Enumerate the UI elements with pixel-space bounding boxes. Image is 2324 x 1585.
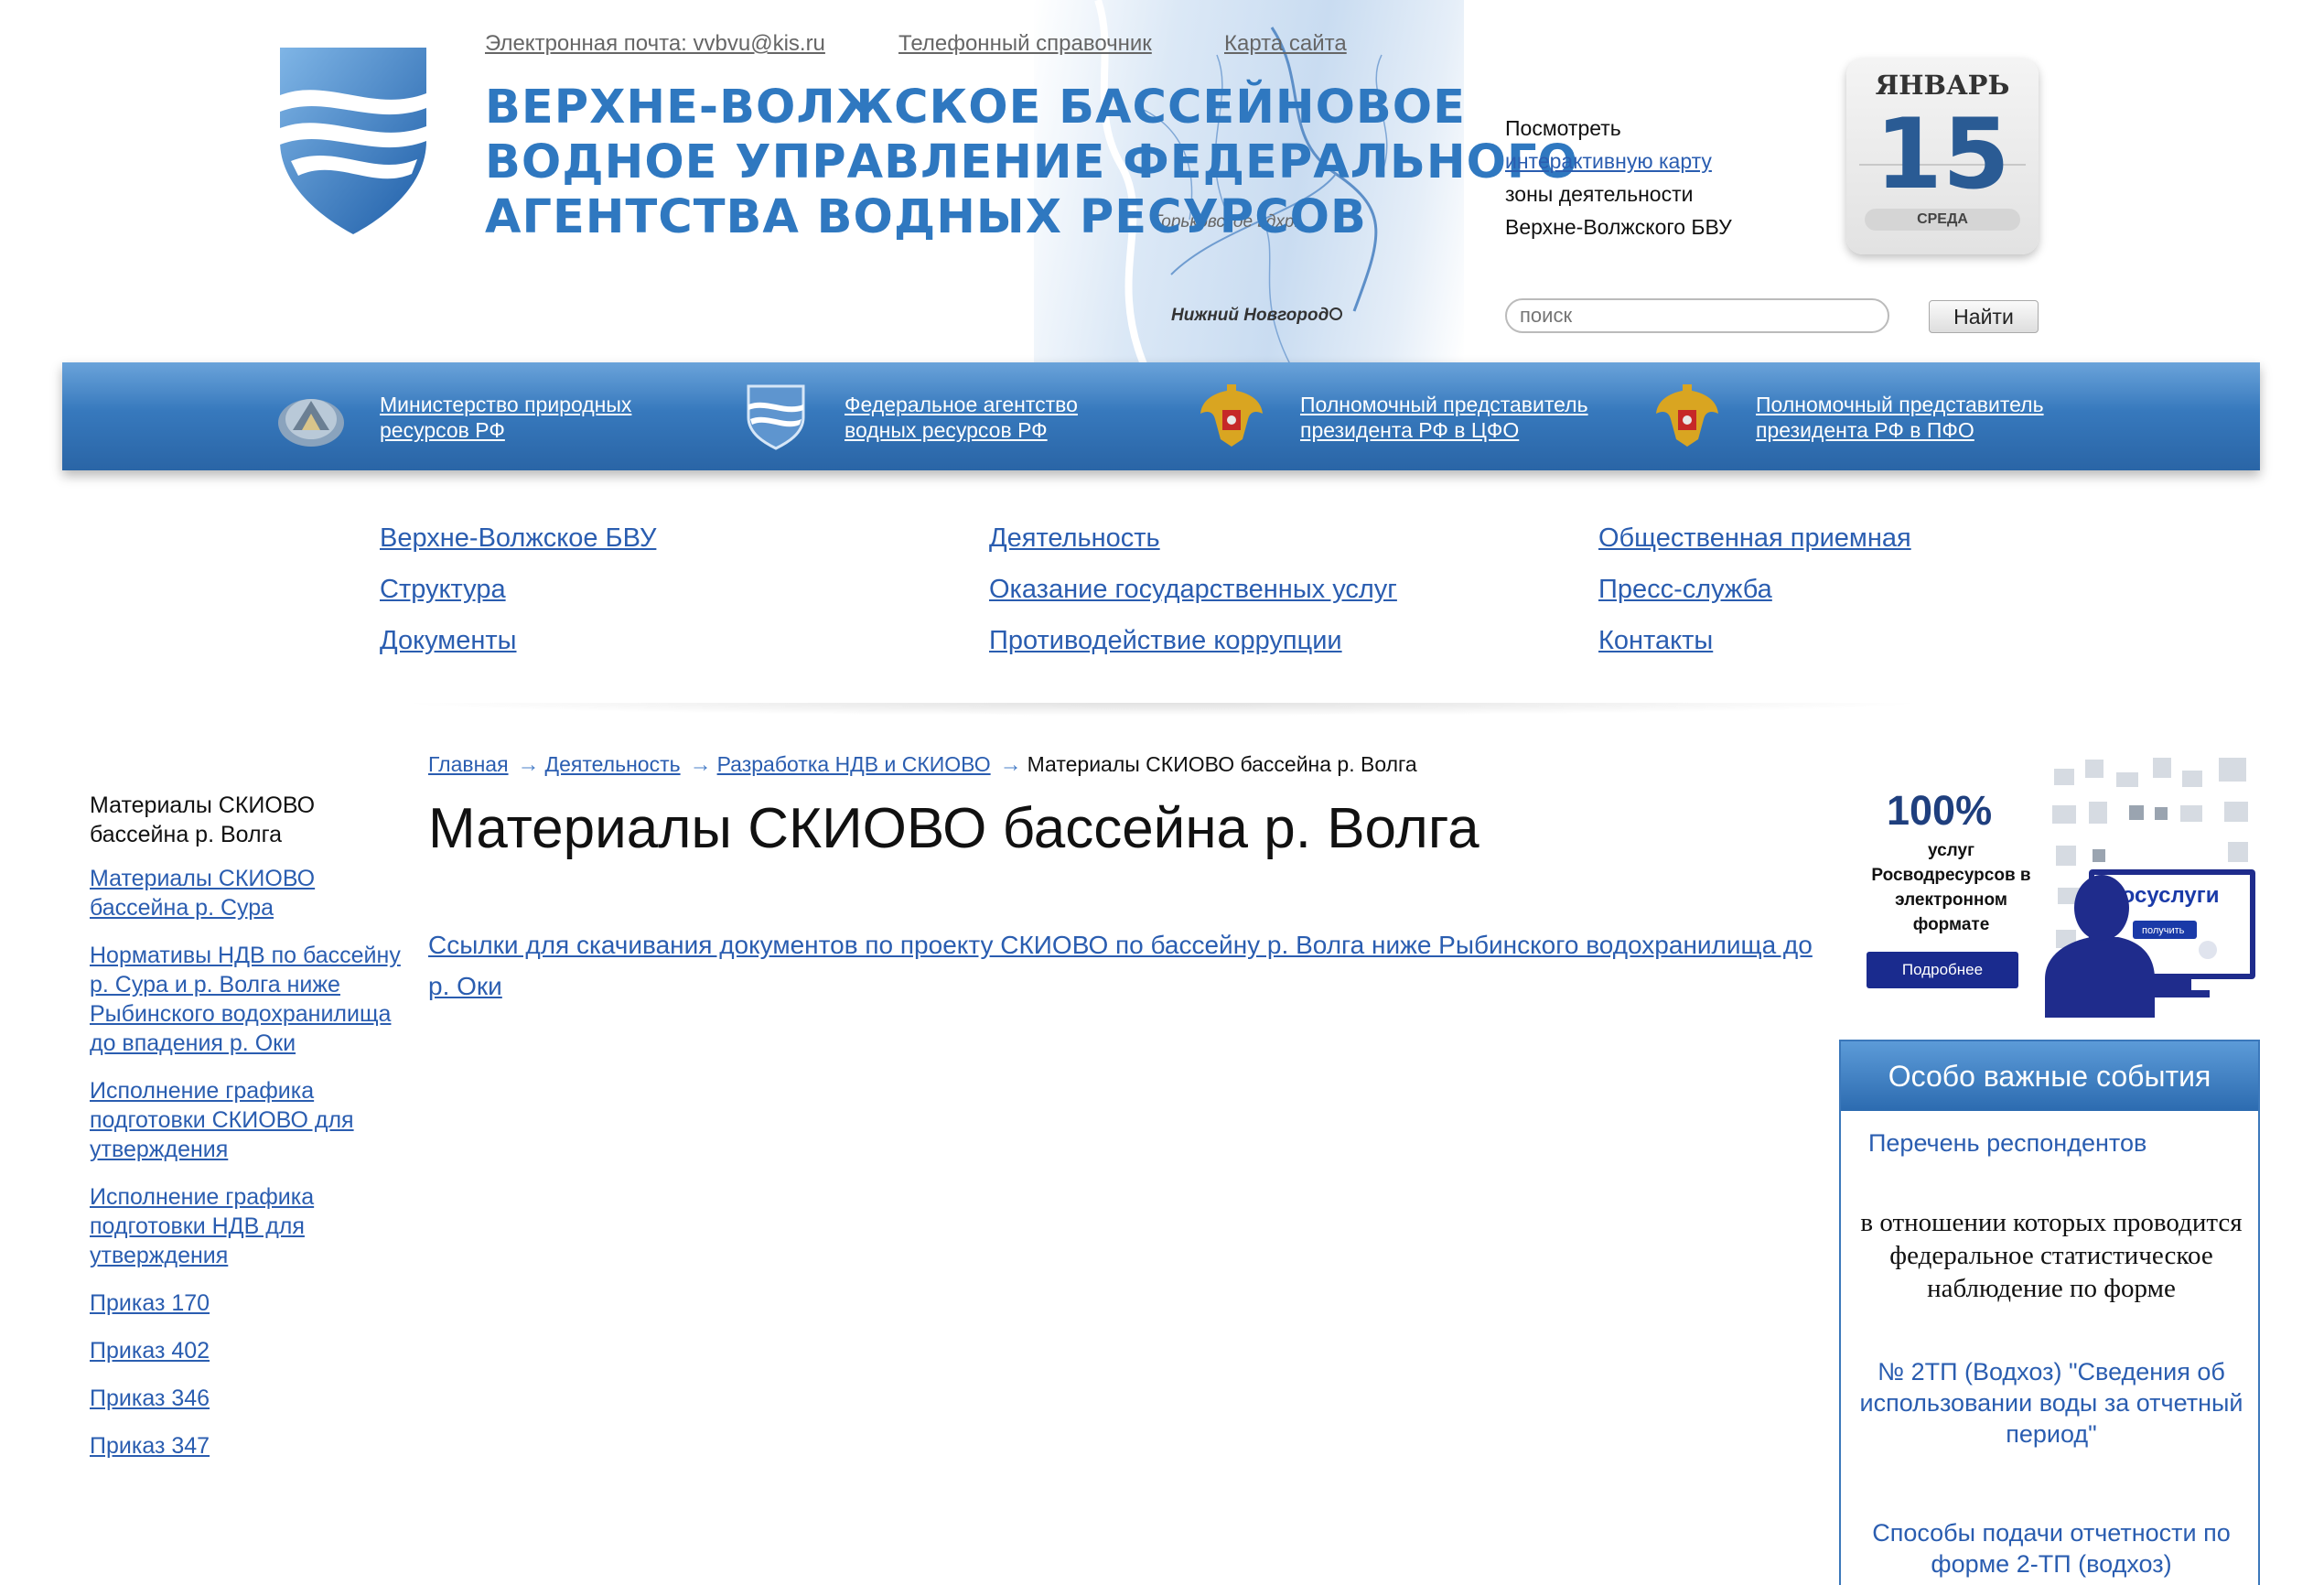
sidebar-item-order-347[interactable]: Приказ 347 — [90, 1431, 401, 1461]
nav-documents[interactable]: Документы — [380, 615, 656, 666]
calendar-month: ЯНВАРЬ — [1875, 70, 2010, 101]
partner-water-agency-label: Федеральное агентство водных ресурсов РФ — [845, 393, 1078, 442]
interactive-map-link[interactable]: интерактивную карту — [1505, 145, 1732, 178]
org-title-line-1: ВЕРХНЕ-ВОЛЖСКОЕ БАССЕЙНОВОЕ — [485, 81, 1467, 135]
partner-ministry[interactable]: Министерство природных ресурсов РФ — [274, 362, 695, 470]
page-title: Материалы СКИОВО бассейна р. Волга — [428, 797, 1479, 860]
breadcrumb-current: Материалы СКИОВО бассейна р. Волга — [1027, 752, 1417, 776]
nav-divider-shadow — [393, 703, 1931, 716]
sidebar-item-ndv-norms[interactable]: Нормативы НДВ по бассейну р. Сура и р. В… — [90, 941, 401, 1058]
map-info-line-3: зоны деятельности — [1505, 182, 1694, 206]
important-events-panel: Особо важные события Перечень респондент… — [1839, 1040, 2260, 1585]
agency-shield-icon — [747, 384, 805, 450]
gosuslugi-banner[interactable]: 100% услуг Росводресурсов в электронном … — [1839, 750, 2260, 1018]
nav-activity[interactable]: Деятельность — [989, 512, 1397, 564]
gosuslugi-illustration: госуслуги получить — [2045, 758, 2255, 1018]
sitemap-link[interactable]: Карта сайта — [1224, 31, 1347, 57]
arrow-right-icon: → — [999, 752, 1022, 777]
gosuslugi-description: услуг Росводресурсов в электронном форма… — [1871, 841, 2031, 934]
partner-water-agency[interactable]: Федеральное агентство водных ресурсов РФ — [739, 362, 1160, 470]
phonebook-link[interactable]: Телефонный справочник — [898, 31, 1152, 57]
events-panel-title: Особо важные события — [1841, 1041, 2258, 1111]
arrow-right-icon: → — [689, 752, 712, 777]
sidebar-current-item: Материалы СКИОВО бассейна р. Волга — [90, 792, 316, 847]
organization-title[interactable]: ВЕРХНЕ-ВОЛЖСКОЕ БАССЕЙНОВОЕ ВОДНОЕ УПРАВ… — [485, 81, 1578, 245]
bvu-logo[interactable] — [273, 40, 434, 236]
map-city-label: Нижний Новгород — [1171, 306, 1329, 325]
nav-structure[interactable]: Структура — [380, 564, 656, 615]
nav-public-services[interactable]: Оказание государственных услуг — [989, 564, 1397, 615]
nav-public-reception[interactable]: Общественная приемная — [1598, 512, 1911, 564]
partner-cfo-envoy-label: Полномочный представитель президента РФ в… — [1300, 393, 1588, 442]
sidebar-item-order-346[interactable]: Приказ 346 — [90, 1384, 401, 1413]
map-info: Посмотреть интерактивную карту зоны деят… — [1505, 112, 1732, 243]
partner-links-bar: Министерство природных ресурсов РФ Федера… — [62, 362, 2260, 470]
sidebar-item-skiovo-schedule[interactable]: Исполнение графика подготовки СКИОВО для… — [90, 1076, 401, 1164]
map-info-line-1: Посмотреть — [1505, 116, 1621, 140]
partner-pfo-envoy-label: Полномочный представитель президента РФ в… — [1756, 393, 2044, 442]
form-2tp-link[interactable]: № 2ТП (Водхоз) "Сведения об использовани… — [1859, 1356, 2243, 1450]
search-button[interactable]: Найти — [1929, 300, 2039, 333]
breadcrumb-home[interactable]: Главная — [428, 752, 509, 776]
coat-of-arms-icon — [1656, 384, 1718, 447]
arrow-right-icon: → — [517, 752, 540, 777]
calendar-day: 15 — [1875, 98, 2010, 210]
partner-pfo-envoy[interactable]: Полномочный представитель президента РФ в… — [1651, 362, 2071, 470]
search-input[interactable] — [1505, 298, 1889, 333]
partner-cfo-envoy[interactable]: Полномочный представитель президента РФ в… — [1195, 362, 1616, 470]
breadcrumb-ndv-skiovo[interactable]: Разработка НДВ и СКИОВО — [717, 752, 991, 776]
map-info-line-4: Верхне-Волжского БВУ — [1505, 215, 1732, 239]
calendar-weekday: СРЕДА — [1865, 209, 2020, 231]
nav-anti-corruption[interactable]: Противодействие коррупции — [989, 615, 1397, 666]
section-sidebar: Материалы СКИОВО бассейна р. Волга Матер… — [90, 791, 401, 1479]
gosuslugi-get-button: получить — [2142, 925, 2185, 936]
coat-of-arms-icon — [1200, 384, 1263, 447]
site-header: Нижний Новгород Горьковское вдхр. Электр… — [0, 0, 2324, 364]
ministry-emblem-icon — [278, 399, 344, 447]
sidebar-item-ndv-schedule[interactable]: Исполнение графика подготовки НДВ для ут… — [90, 1182, 401, 1270]
sidebar-item-order-170[interactable]: Приказ 170 — [90, 1288, 401, 1318]
nav-bvu[interactable]: Верхне-Волжское БВУ — [380, 512, 656, 564]
nav-contacts[interactable]: Контакты — [1598, 615, 1911, 666]
download-links-link[interactable]: Ссылки для скачивания документов по прое… — [428, 924, 1819, 1007]
respondents-list-link[interactable]: Перечень респондентов — [1868, 1129, 2146, 1158]
breadcrumb-activity[interactable]: Деятельность — [545, 752, 681, 776]
reporting-methods-link[interactable]: Способы подачи отчетности по форме 2-ТП … — [1859, 1517, 2243, 1580]
breadcrumb: Главная → Деятельность → Разработка НДВ и СК… — [428, 752, 1417, 778]
calendar-widget: ЯНВАРЬ 15 СРЕДА — [1846, 59, 2039, 254]
gosuslugi-percent: 100% — [1887, 787, 1993, 834]
email-link[interactable]: Электронная почта: vvbvu@kis.ru — [485, 31, 825, 57]
main-navigation: Верхне-Волжское БВУ Структура Документы … — [0, 512, 2324, 659]
org-title-line-2: ВОДНОЕ УПРАВЛЕНИЕ ФЕДЕРАЛЬНОГО — [485, 135, 1578, 189]
sidebar-item-sura-materials[interactable]: Материалы СКИОВО бассейна р. Сура — [90, 864, 401, 922]
org-title-line-3: АГЕНТСТВА ВОДНЫХ РЕСУРСОВ — [485, 190, 1367, 244]
sidebar-item-order-402[interactable]: Приказ 402 — [90, 1336, 401, 1365]
nav-press-service[interactable]: Пресс-служба — [1598, 564, 1911, 615]
gosuslugi-more-button[interactable]: Подробнее — [1867, 952, 2018, 988]
partner-ministry-label: Министерство природных ресурсов РФ — [380, 393, 632, 442]
events-description: в отношении которых проводится федеральн… — [1860, 1208, 2243, 1303]
